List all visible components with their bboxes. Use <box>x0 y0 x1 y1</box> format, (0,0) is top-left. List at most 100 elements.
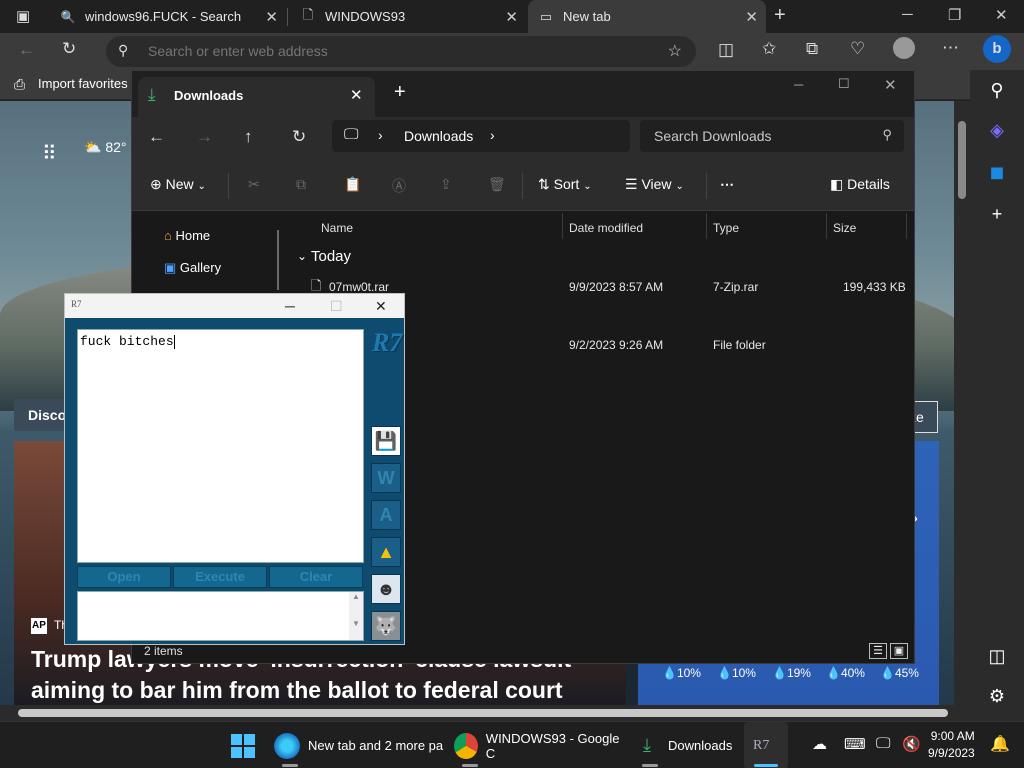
execute-button[interactable]: Execute <box>173 566 267 588</box>
taskbar-chrome[interactable]: WINDOWS93 - Google C <box>454 722 620 768</box>
new-tab-plus-icon[interactable]: + <box>394 81 406 104</box>
new-tab-plus-icon[interactable]: + <box>774 4 786 27</box>
copilot-icon[interactable]: b <box>983 35 1011 63</box>
search-downloads-field[interactable]: Search Downloads ⚲ <box>640 120 904 152</box>
refresh-icon[interactable]: ↻ <box>62 39 76 59</box>
wolf-icon[interactable]: 🐺 <box>371 611 401 641</box>
cloud-offline-icon[interactable]: ☁ <box>812 735 827 753</box>
more-options-icon[interactable]: ⋯ <box>720 176 734 193</box>
copilot-icon[interactable]: ◈ <box>970 120 1024 141</box>
share-icon[interactable]: ⇪ <box>440 176 452 193</box>
column-header-date[interactable]: Date modified <box>569 221 643 235</box>
tiles-view-icon[interactable]: ▣ <box>890 643 908 659</box>
details-button[interactable]: ◧ Details <box>830 176 890 193</box>
restore-icon[interactable]: ❐ <box>948 6 961 24</box>
taskbar-explorer[interactable]: ⤓ Downloads <box>634 722 734 768</box>
close-tab-icon[interactable]: ✕ <box>350 86 363 104</box>
close-tab-icon[interactable]: ✕ <box>265 8 278 26</box>
close-window-icon[interactable]: ✕ <box>375 298 387 315</box>
minimize-icon[interactable]: ─ <box>794 77 803 92</box>
hide-sidebar-icon[interactable]: ◫ <box>970 646 1024 667</box>
column-header-type[interactable]: Type <box>713 221 739 235</box>
import-favorites-link[interactable]: Import favorites <box>38 76 128 91</box>
collections-icon[interactable]: ⧉ <box>806 39 818 59</box>
column-divider[interactable] <box>826 213 827 239</box>
back-icon[interactable]: ← <box>148 127 165 147</box>
a-icon[interactable]: A <box>371 500 401 530</box>
script-editor[interactable]: fuck bitches <box>77 329 364 563</box>
search-icon[interactable]: ⚲ <box>970 80 1024 101</box>
breadcrumb[interactable]: Downloads <box>404 128 473 144</box>
app-launcher-icon[interactable]: ⠿ <box>42 141 57 166</box>
profile-avatar-icon[interactable] <box>893 37 915 59</box>
start-windows-icon[interactable] <box>231 734 255 758</box>
delete-icon[interactable]: 🗑 <box>488 176 506 193</box>
close-window-icon[interactable]: ✕ <box>995 6 1008 24</box>
save-icon[interactable]: 💾 <box>371 426 401 456</box>
sort-button[interactable]: ⇅ Sort ⌄ <box>538 176 592 193</box>
nav-item-home[interactable]: ⌂ Home <box>164 228 210 243</box>
rename-icon[interactable]: Ⓐ <box>392 176 406 196</box>
keyboard-icon[interactable]: ⌨ <box>844 735 866 753</box>
column-header-size[interactable]: Size <box>833 221 856 235</box>
split-screen-icon[interactable]: ◫ <box>718 40 734 60</box>
more-menu-icon[interactable]: ⋯ <box>942 38 959 58</box>
column-header-name[interactable]: Name <box>321 221 353 235</box>
notification-bell-icon[interactable]: 🔔 <box>990 734 1010 754</box>
add-app-icon[interactable]: + <box>970 204 1024 225</box>
taskbar-r7[interactable]: R7 <box>744 722 788 768</box>
address-bar[interactable]: 🖵 › Downloads › <box>332 120 630 152</box>
drive-icon[interactable]: ▲ <box>371 537 401 567</box>
close-window-icon[interactable]: ✕ <box>884 76 897 94</box>
paste-icon[interactable]: 📋 <box>344 176 361 193</box>
performance-icon[interactable]: ♡ <box>850 39 865 59</box>
output-scrollbar[interactable]: ▲ ▼ <box>349 592 363 640</box>
settings-icon[interactable]: ⚙ <box>970 686 1024 707</box>
details-view-icon[interactable]: ☰ <box>869 643 887 659</box>
volume-muted-icon[interactable]: 🔇 <box>902 735 921 753</box>
tab-new-tab[interactable]: ▭ New tab ✕ <box>528 0 766 33</box>
system-clock[interactable]: 9:00 AM 9/9/2023 <box>928 728 975 762</box>
collapse-group-icon[interactable]: ⌄ <box>297 249 307 263</box>
tab-windows93[interactable]: 🗋 WINDOWS93 ✕ <box>290 0 526 33</box>
open-button[interactable]: Open <box>77 566 171 588</box>
outlook-icon[interactable]: ◼ <box>970 162 1024 183</box>
nav-pane-scrollbar[interactable] <box>277 230 279 290</box>
tab-actions-icon[interactable]: ▣ <box>16 7 30 25</box>
address-input[interactable] <box>148 43 648 59</box>
column-divider[interactable] <box>906 213 907 239</box>
w-icon[interactable]: W <box>371 463 401 493</box>
close-tab-icon[interactable]: ✕ <box>505 8 518 26</box>
group-header-today[interactable]: Today <box>311 248 351 265</box>
column-divider[interactable] <box>706 213 707 239</box>
favorite-star-icon[interactable]: ☆ <box>668 41 682 61</box>
close-tab-icon[interactable]: ✕ <box>745 8 758 26</box>
forward-icon[interactable]: → <box>196 127 213 147</box>
column-divider[interactable] <box>562 213 563 239</box>
display-icon[interactable]: 🖵 <box>876 735 890 752</box>
view-button[interactable]: ☰ View ⌄ <box>625 176 684 193</box>
page-vertical-scrollbar[interactable] <box>954 101 970 705</box>
minimize-icon[interactable]: ─ <box>285 298 295 314</box>
maximize-icon[interactable]: ☐ <box>838 76 850 92</box>
scroll-thumb[interactable] <box>18 709 948 717</box>
page-horizontal-scrollbar[interactable] <box>0 705 970 721</box>
weather-widget[interactable]: ⛅ 82° <box>84 139 127 156</box>
nav-item-gallery[interactable]: ▣ Gallery <box>164 260 221 276</box>
favorites-icon[interactable]: ✩ <box>762 39 776 59</box>
copy-icon[interactable]: ⧉ <box>296 176 306 193</box>
refresh-icon[interactable]: ↻ <box>292 127 306 147</box>
back-icon[interactable]: ← <box>18 40 35 60</box>
new-button[interactable]: ⊕ New ⌄ <box>150 176 206 193</box>
avatar-icon[interactable]: ☻ <box>371 574 401 604</box>
address-bar[interactable]: ⚲ ☆ <box>106 36 696 67</box>
r7-titlebar[interactable]: R7 ─ ☐ ✕ <box>65 294 404 318</box>
scroll-thumb[interactable] <box>958 121 966 199</box>
tab-search[interactable]: 🔍 windows96.FUCK - Search ✕ <box>50 0 286 33</box>
chevron-right-icon[interactable]: › <box>490 127 495 143</box>
maximize-icon[interactable]: ☐ <box>330 298 343 315</box>
minimize-icon[interactable]: ─ <box>902 6 913 23</box>
up-icon[interactable]: ↑ <box>244 127 253 147</box>
import-icon[interactable]: ⎙ <box>14 76 25 93</box>
output-console[interactable]: ▲ ▼ <box>77 591 364 641</box>
